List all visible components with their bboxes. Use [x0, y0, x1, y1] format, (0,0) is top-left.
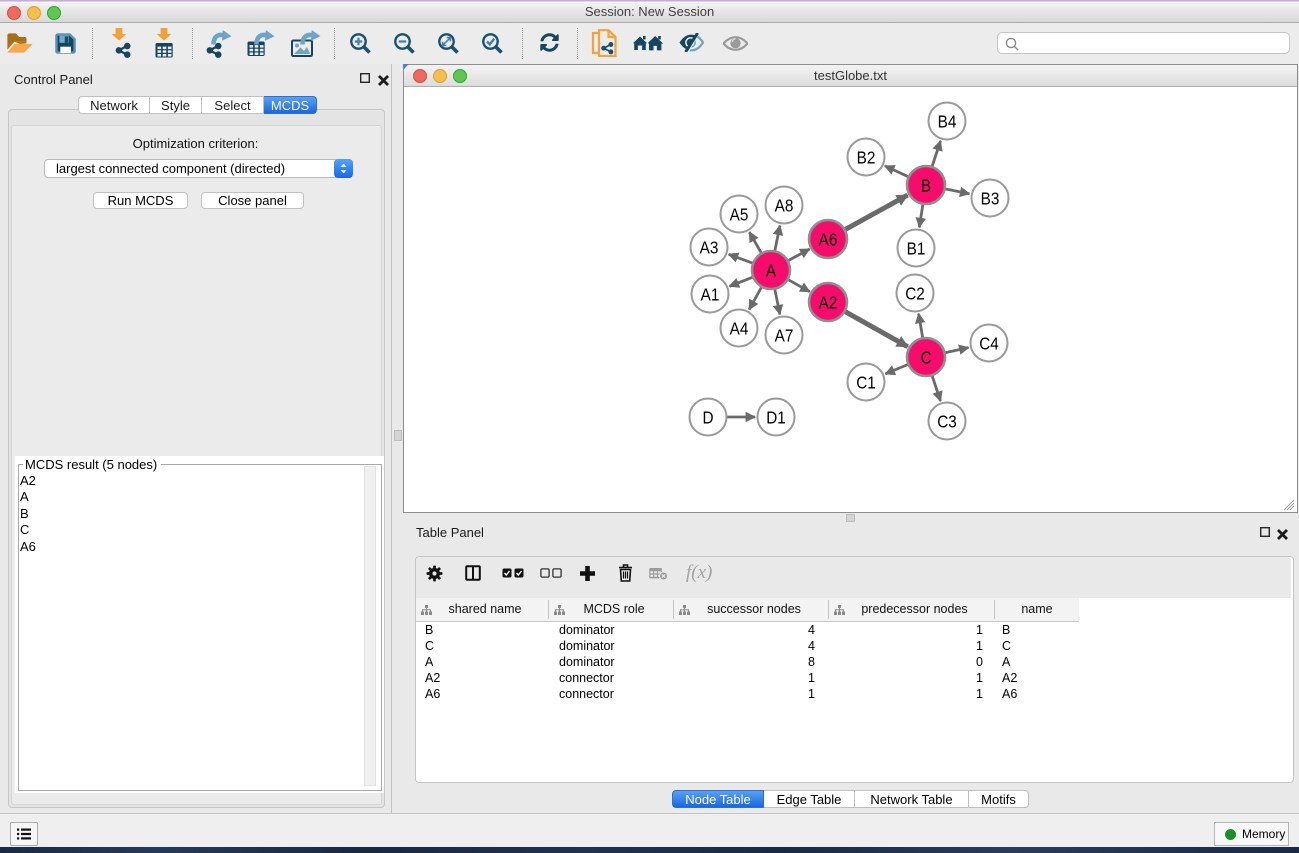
svg-text:B: B [921, 175, 931, 195]
svg-text:A3: A3 [700, 237, 719, 257]
svg-text:A1: A1 [701, 284, 720, 304]
svg-text:A6: A6 [819, 229, 838, 249]
svg-text:A7: A7 [775, 325, 794, 345]
svg-text:B3: B3 [981, 188, 1000, 208]
svg-text:A5: A5 [730, 204, 749, 224]
svg-text:B1: B1 [907, 238, 926, 258]
svg-text:C: C [920, 347, 931, 367]
svg-text:A4: A4 [730, 318, 749, 338]
svg-text:B2: B2 [857, 147, 876, 167]
svg-text:D: D [702, 407, 713, 427]
svg-text:A2: A2 [819, 292, 838, 312]
svg-text:A: A [766, 260, 777, 280]
svg-text:D1: D1 [766, 407, 786, 427]
svg-text:C1: C1 [856, 372, 876, 392]
svg-text:B4: B4 [938, 111, 957, 131]
svg-text:C2: C2 [905, 283, 925, 303]
svg-text:C4: C4 [979, 333, 999, 353]
svg-text:A8: A8 [775, 195, 794, 215]
svg-text:C3: C3 [937, 411, 957, 431]
